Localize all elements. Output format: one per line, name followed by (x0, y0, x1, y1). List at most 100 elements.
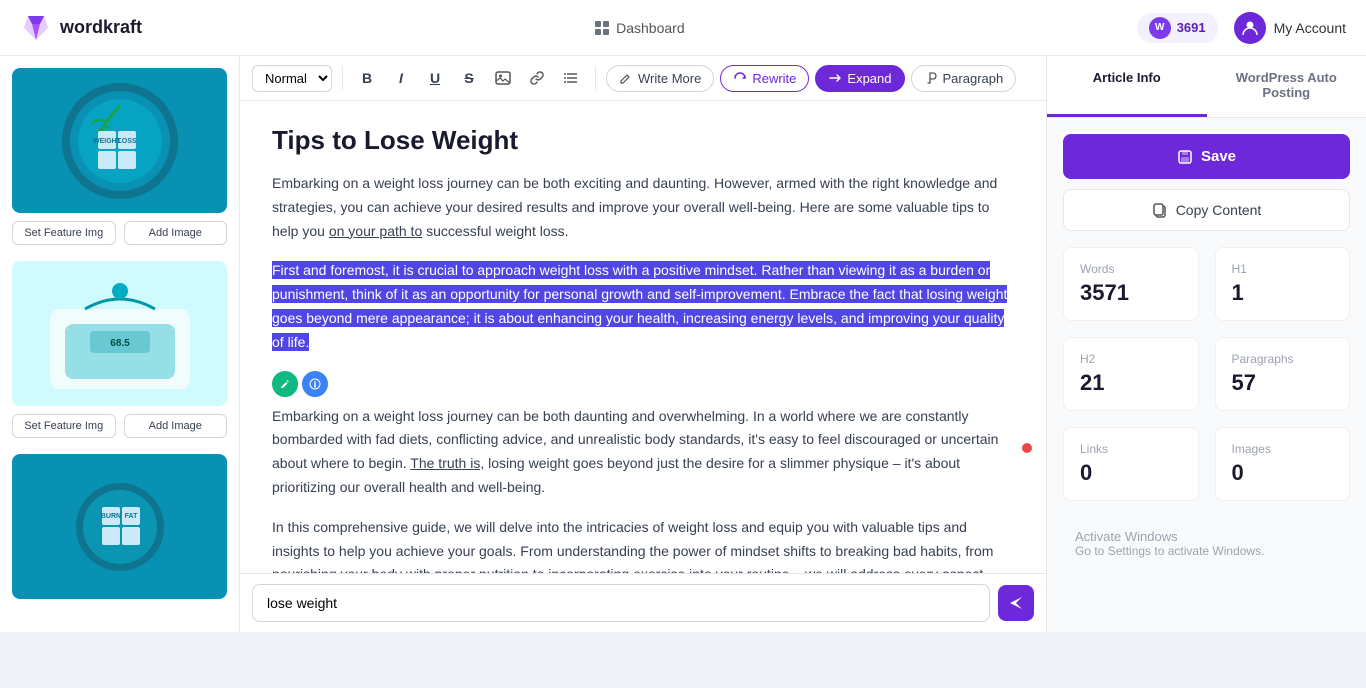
stat-links: Links 0 (1063, 427, 1199, 501)
link-button[interactable] (523, 64, 551, 92)
list-button[interactable] (557, 64, 585, 92)
paragraphs-label: Paragraphs (1232, 352, 1334, 366)
add-image-1-button[interactable]: Add Image (124, 221, 228, 245)
svg-text:BURN: BURN (100, 513, 120, 520)
para1-end: successful weight loss. (422, 223, 568, 239)
wordkraft-logo-icon (20, 12, 52, 44)
keyword-input[interactable] (252, 584, 990, 622)
weight-loss-plate-image: WEIGHT LOSS (30, 76, 210, 206)
activate-windows-notice: Activate Windows Go to Settings to activ… (1063, 517, 1350, 570)
image-placeholder-3: BURN FAT (12, 454, 227, 599)
bold-button[interactable]: B (353, 64, 381, 92)
account-label: My Account (1274, 20, 1346, 36)
paragraph-2-highlighted: First and foremost, it is crucial to app… (272, 259, 1014, 354)
dashboard-label: Dashboard (616, 20, 685, 36)
image-placeholder-2: 68.5 (12, 261, 227, 406)
h1-label: H1 (1232, 262, 1334, 276)
svg-text:LOSS: LOSS (117, 138, 136, 145)
account-avatar (1234, 12, 1266, 44)
links-label: Links (1080, 442, 1182, 456)
set-feature-img-1-button[interactable]: Set Feature Img (12, 221, 116, 245)
dashboard-icon (594, 20, 610, 36)
write-more-label: Write More (638, 71, 701, 86)
stat-words: Words 3571 (1063, 247, 1199, 321)
svg-text:FAT: FAT (124, 513, 137, 520)
stat-images: Images 0 (1215, 427, 1351, 501)
copy-content-label: Copy Content (1176, 202, 1262, 218)
para2-highlight: First and foremost, it is crucial to app… (272, 261, 1007, 350)
burn-fat-image: BURN FAT (30, 477, 210, 577)
rewrite-icon (733, 71, 747, 85)
image-insert-button[interactable] (489, 64, 517, 92)
links-value: 0 (1080, 460, 1182, 486)
write-more-button[interactable]: Write More (606, 65, 714, 92)
image-card-3: BURN FAT (12, 454, 227, 599)
toolbar-divider-2 (595, 66, 596, 90)
stat-h2: H2 21 (1063, 337, 1199, 411)
toolbar-divider-1 (342, 66, 343, 90)
right-sidebar-tabs: Article Info WordPress Auto Posting (1047, 56, 1366, 118)
rewrite-button[interactable]: Rewrite (720, 65, 809, 92)
paragraph-button[interactable]: Paragraph (911, 65, 1017, 92)
save-button[interactable]: Save (1063, 134, 1350, 179)
link-icon (529, 70, 545, 86)
expand-button[interactable]: Expand (815, 65, 904, 92)
image-card-2: 68.5 Set Feature Img Add Image (12, 261, 227, 438)
images-label: Images (1232, 442, 1334, 456)
tab-wordpress[interactable]: WordPress Auto Posting (1207, 56, 1366, 117)
top-navigation: wordkraft Dashboard W 3691 (0, 0, 1366, 56)
rewrite-label: Rewrite (752, 71, 796, 86)
tab-article-info[interactable]: Article Info (1047, 56, 1207, 117)
credits-icon: W (1149, 17, 1171, 39)
toolbar: Normal B I U S (240, 56, 1046, 101)
account-button[interactable]: My Account (1234, 12, 1346, 44)
scroll-indicator (1022, 443, 1032, 453)
info-icon (309, 378, 321, 390)
nav-center: Dashboard (142, 20, 1137, 36)
italic-button[interactable]: I (387, 64, 415, 92)
copy-content-button[interactable]: Copy Content (1063, 189, 1350, 231)
article-stats-grid: Words 3571 H1 1 H2 21 Paragraphs 57 Link… (1063, 247, 1350, 501)
activate-sub: Go to Settings to activate Windows. (1075, 544, 1338, 558)
image-card-1: WEIGHT LOSS Set Feature Img Add Image (12, 68, 227, 245)
words-label: Words (1080, 262, 1182, 276)
h2-label: H2 (1080, 352, 1182, 366)
save-label: Save (1201, 148, 1236, 165)
paragraph-4: In this comprehensive guide, we will del… (272, 516, 1014, 573)
image-placeholder-1: WEIGHT LOSS (12, 68, 227, 213)
logo: wordkraft (20, 12, 142, 44)
paragraph-label: Paragraph (943, 71, 1004, 86)
image-icon (495, 70, 511, 86)
credits-letter: W (1155, 22, 1164, 33)
list-icon (563, 70, 579, 86)
credits-badge: W 3691 (1137, 13, 1218, 43)
activate-title: Activate Windows (1075, 529, 1338, 544)
send-icon (1008, 595, 1024, 611)
style-select[interactable]: Normal (252, 65, 332, 92)
left-sidebar: WEIGHT LOSS Set Feature Img Add Image (0, 56, 240, 632)
selection-toolbar (272, 371, 1014, 397)
save-icon (1177, 149, 1193, 165)
para3-link: The truth is, (410, 455, 484, 471)
editor-content[interactable]: Tips to Lose Weight Embarking on a weigh… (240, 101, 1046, 573)
selection-tool-info[interactable] (302, 371, 328, 397)
add-image-2-button[interactable]: Add Image (124, 414, 228, 438)
paragraph-1: Embarking on a weight loss journey can b… (272, 172, 1014, 243)
paragraph-icon (924, 71, 938, 85)
underline-button[interactable]: U (421, 64, 449, 92)
set-feature-img-2-button[interactable]: Set Feature Img (12, 414, 116, 438)
strikethrough-button[interactable]: S (455, 64, 483, 92)
stat-h1: H1 1 (1215, 247, 1351, 321)
app-name: wordkraft (60, 17, 142, 38)
images-value: 0 (1232, 460, 1334, 486)
send-button[interactable] (998, 585, 1034, 621)
copy-icon (1152, 202, 1168, 218)
article-title[interactable]: Tips to Lose Weight (272, 125, 1014, 156)
editor-area: Normal B I U S (240, 56, 1046, 632)
dashboard-button[interactable]: Dashboard (594, 20, 685, 36)
words-value: 3571 (1080, 280, 1182, 306)
svg-text:68.5: 68.5 (110, 338, 130, 349)
selection-tool-edit[interactable] (272, 371, 298, 397)
right-sidebar-body: Save Copy Content Words 3571 H1 1 (1047, 118, 1366, 586)
write-more-icon (619, 71, 633, 85)
